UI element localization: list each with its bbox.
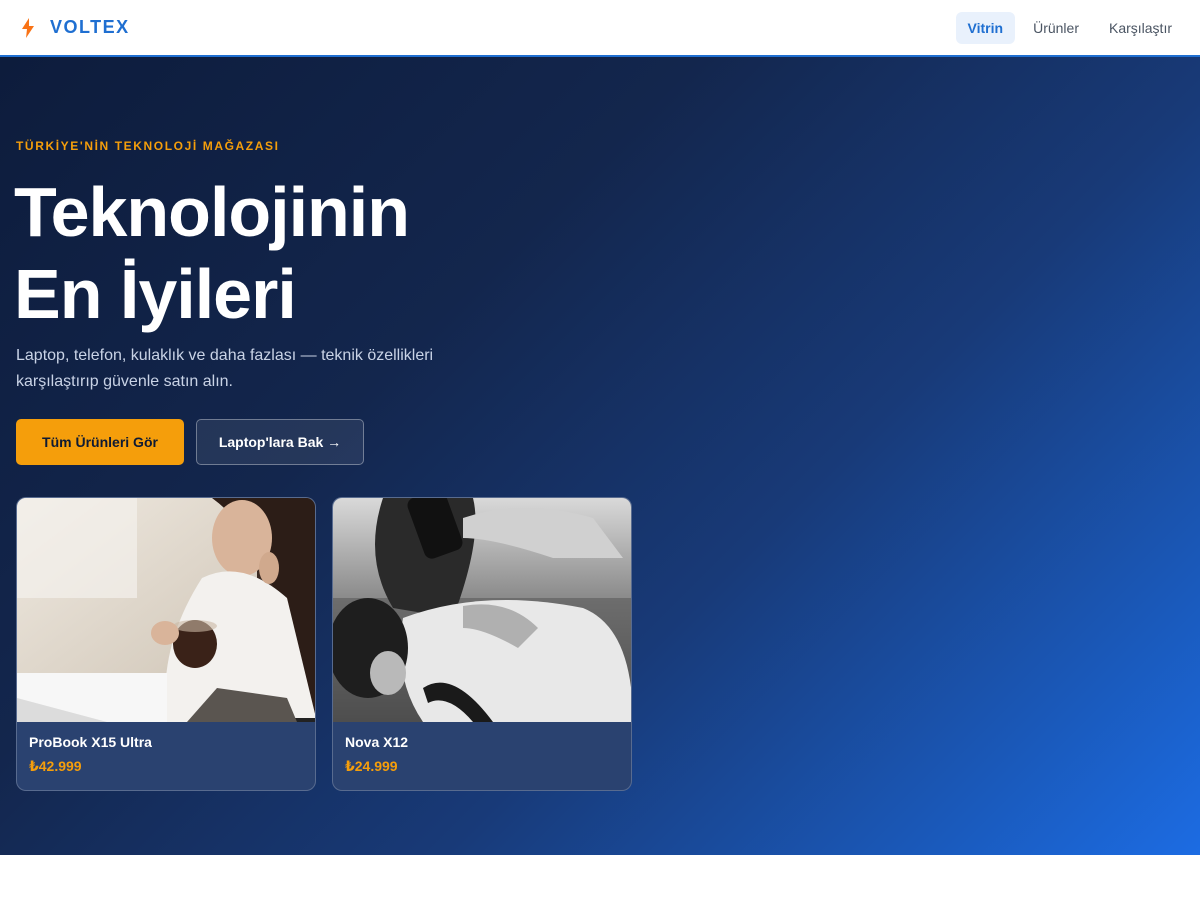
nav-item-urunler[interactable]: Ürünler	[1021, 12, 1091, 44]
top-navbar: VOLTEX Vitrin Ürünler Karşılaştır	[0, 0, 1200, 57]
product-card-body: Nova X12 ₺24.999	[345, 734, 619, 775]
hero-title: Teknolojinin En İyileri	[14, 171, 534, 335]
hero-section: TÜRKİYE'NİN TEKNOLOJİ MAĞAZASI Teknoloji…	[0, 57, 1200, 855]
main-nav: Vitrin Ürünler Karşılaştır	[955, 11, 1184, 44]
product-name: Nova X12	[345, 734, 409, 750]
product-price: ₺24.999	[345, 758, 398, 774]
brand[interactable]: VOLTEX	[20, 17, 130, 39]
product-name: ProBook X15 Ultra	[29, 734, 152, 750]
product-card-body: ProBook X15 Ultra ₺42.999	[29, 734, 303, 775]
product-card[interactable]: Nova X12 ₺24.999	[332, 497, 632, 791]
brand-name: VOLTEX	[50, 17, 130, 37]
nav-item-vitrin[interactable]: Vitrin	[955, 11, 1016, 44]
hero-subtitle: Laptop, telefon, kulaklık ve daha fazlas…	[16, 347, 434, 390]
product-price: ₺42.999	[29, 758, 82, 774]
page-content-area	[0, 855, 1200, 900]
product-image	[17, 498, 315, 722]
product-image	[333, 498, 631, 722]
laptops-button[interactable]: Laptop'lara Bak →	[196, 419, 364, 465]
hero-title-line2: En İyileri	[14, 255, 297, 333]
hero-eyebrow: TÜRKİYE'NİN TEKNOLOJİ MAĞAZASI	[16, 139, 280, 153]
nav-item-karsilastir[interactable]: Karşılaştır	[1097, 12, 1184, 44]
hero-title-line1: Teknolojinin	[14, 173, 410, 251]
product-card[interactable]: ProBook X15 Ultra ₺42.999	[16, 497, 316, 791]
all-products-button[interactable]: Tüm Ürünleri Gör	[16, 419, 184, 465]
lightning-bolt-icon	[20, 17, 36, 39]
